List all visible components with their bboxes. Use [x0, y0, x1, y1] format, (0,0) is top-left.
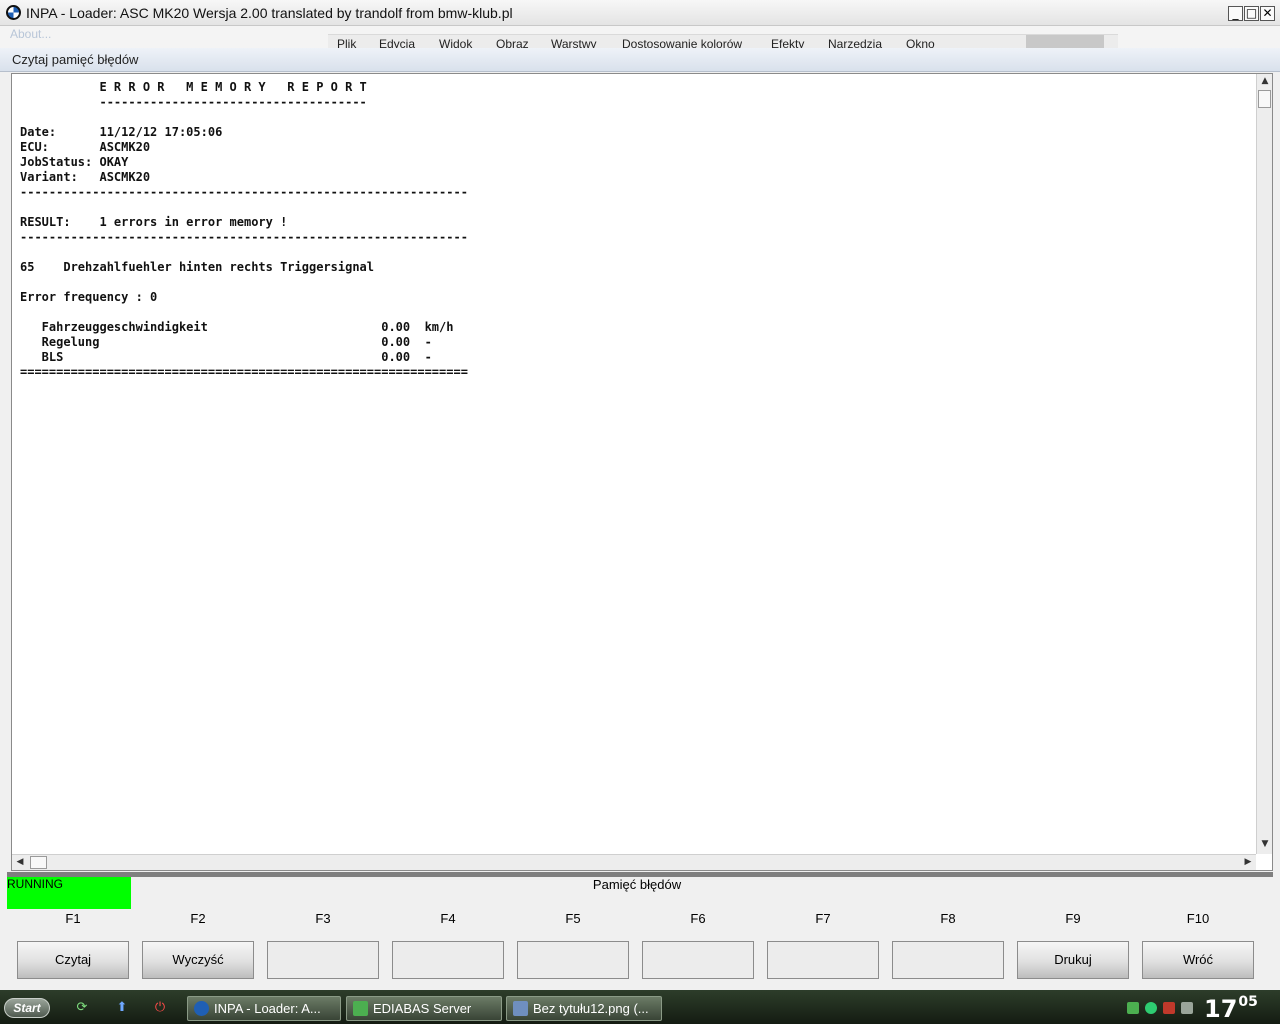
- report-line: JobStatus: OKAY: [20, 155, 129, 169]
- fkey-label-f3: F3: [315, 911, 331, 926]
- report-line: ----------------------------------------…: [20, 185, 468, 199]
- f3-button[interactable]: [267, 941, 379, 979]
- error-memory-report: E R R O R M E M O R Y R E P O R T ------…: [20, 80, 1250, 380]
- shield-tray-icon[interactable]: [1163, 1002, 1175, 1014]
- report-line: Error frequency : 0: [20, 290, 158, 304]
- report-line: ----------------------------------------…: [20, 230, 468, 244]
- image-icon: [513, 1001, 528, 1016]
- power-icon[interactable]: ⏻: [152, 1000, 168, 1016]
- background-menu-strip: Plik Edycja Widok Obraz Warstwy Dostosow…: [328, 34, 1118, 48]
- report-line: [20, 275, 1250, 290]
- network-tray-icon[interactable]: [1145, 1002, 1157, 1014]
- status-indicator: RUNNING: [7, 877, 131, 909]
- start-button[interactable]: Start: [4, 998, 50, 1018]
- menu-bar: About... Plik Edycja Widok Obraz Warstwy…: [0, 26, 1280, 48]
- menu-item-narzedzia[interactable]: Narzedzia: [828, 37, 882, 48]
- report-line: RESULT: 1 errors in error memory !: [20, 215, 288, 229]
- report-line: -------------------------------------: [20, 95, 367, 109]
- report-line: [20, 245, 1250, 260]
- taskbar-item-ediabas[interactable]: EDIABAS Server: [346, 996, 502, 1021]
- f8-button[interactable]: [892, 941, 1004, 979]
- close-button[interactable]: ✕: [1260, 6, 1275, 21]
- report-line: ========================================…: [20, 365, 468, 379]
- fkey-label-f7: F7: [815, 911, 831, 926]
- report-line: [20, 305, 1250, 320]
- taskbar-item-inpa[interactable]: INPA - Loader: A...: [187, 996, 341, 1021]
- report-line: Date: 11/12/12 17:05:06: [20, 125, 223, 139]
- menu-item-dostosowanie[interactable]: Dostosowanie kolorów: [622, 37, 742, 48]
- menu-item-obraz[interactable]: Obraz: [496, 37, 529, 48]
- clock-minute: 05: [1238, 994, 1258, 1010]
- function-title-bar: Czytaj pamięć błędów: [0, 48, 1280, 72]
- scroll-up-icon[interactable]: ▲: [1259, 76, 1271, 88]
- fkey-label-f1: F1: [65, 911, 81, 926]
- scroll-down-icon[interactable]: ▼: [1259, 839, 1271, 851]
- panel-title: Pamięć błędów: [592, 877, 682, 892]
- wyczysc-button[interactable]: Wyczyść: [142, 941, 254, 979]
- f4-button[interactable]: [392, 941, 504, 979]
- drukuj-button[interactable]: Drukuj: [1017, 941, 1129, 979]
- title-bar[interactable]: INPA - Loader: ASC MK20 Wersja 2.00 tran…: [0, 0, 1280, 26]
- fkey-label-f9: F9: [1065, 911, 1081, 926]
- maximize-button[interactable]: □: [1244, 6, 1259, 21]
- minimize-button[interactable]: _: [1228, 6, 1243, 21]
- function-title: Czytaj pamięć błędów: [12, 52, 139, 67]
- taskbar-item-image[interactable]: Bez tytułu12.png (...: [506, 996, 662, 1021]
- report-line: ECU: ASCMK20: [20, 140, 151, 154]
- ediabas-tray-icon[interactable]: [1127, 1002, 1139, 1014]
- menu-item-efekty[interactable]: Efekty: [771, 37, 804, 48]
- function-key-panel: RUNNING Pamięć błędów F1 F2 F3 F4 F5 F6 …: [7, 877, 1273, 989]
- window-title: INPA - Loader: ASC MK20 Wersja 2.00 tran…: [26, 5, 513, 21]
- bmw-icon: [194, 1001, 209, 1016]
- taskbar-item-label: INPA - Loader: A...: [214, 1001, 321, 1016]
- fkey-label-f4: F4: [440, 911, 456, 926]
- scroll-right-icon[interactable]: ▶: [1242, 857, 1254, 869]
- clock[interactable]: 1705: [1204, 994, 1258, 1023]
- f5-button[interactable]: [517, 941, 629, 979]
- menu-item-widok[interactable]: Widok: [439, 37, 472, 48]
- horizontal-scrollbar[interactable]: ◀ ▶: [12, 854, 1256, 870]
- fkey-label-f2: F2: [190, 911, 206, 926]
- running-label: RUNNING: [7, 877, 63, 891]
- scroll-left-icon[interactable]: ◀: [14, 857, 26, 869]
- download-icon: [353, 1001, 368, 1016]
- taskbar: Start ⟳ ⬆ ⏻ INPA - Loader: A... EDIABAS …: [0, 990, 1280, 1024]
- inpa-window: INPA - Loader: ASC MK20 Wersja 2.00 tran…: [0, 0, 1280, 990]
- czytaj-button[interactable]: Czytaj: [17, 941, 129, 979]
- fkey-label-f6: F6: [690, 911, 706, 926]
- f6-button[interactable]: [642, 941, 754, 979]
- f7-button[interactable]: [767, 941, 879, 979]
- vertical-scrollbar[interactable]: ▲ ▼: [1256, 74, 1272, 854]
- taskbar-item-label: EDIABAS Server: [373, 1001, 472, 1016]
- horizontal-scroll-thumb[interactable]: [30, 856, 47, 869]
- volume-tray-icon[interactable]: [1181, 1002, 1193, 1014]
- report-line: Regelung 0.00 -: [20, 335, 432, 349]
- about-menu[interactable]: About...: [10, 27, 51, 41]
- clock-hour: 17: [1204, 995, 1238, 1023]
- menu-item-plik[interactable]: Plik: [337, 37, 356, 48]
- taskbar-item-label: Bez tytułu12.png (...: [533, 1001, 649, 1016]
- report-line: E R R O R M E M O R Y R E P O R T: [20, 80, 367, 94]
- report-line: [20, 200, 1250, 215]
- menu-item-edycja[interactable]: Edycja: [379, 37, 415, 48]
- menu-blank-block: [1026, 35, 1104, 48]
- report-line: Fahrzeuggeschwindigkeit 0.00 km/h: [20, 320, 454, 334]
- arrow-up-icon[interactable]: ⬆: [114, 1000, 130, 1016]
- fkey-label-f5: F5: [565, 911, 581, 926]
- menu-item-okno[interactable]: Okno: [906, 37, 935, 48]
- bmw-logo-icon: [6, 5, 21, 20]
- report-line: [20, 110, 1250, 125]
- menu-item-warstwy[interactable]: Warstwy: [551, 37, 597, 48]
- report-line: 65 Drehzahlfuehler hinten rechts Trigger…: [20, 260, 375, 274]
- fkey-label-f8: F8: [940, 911, 956, 926]
- fkey-label-f10: F10: [1186, 911, 1210, 926]
- wroc-button[interactable]: Wróć: [1142, 941, 1254, 979]
- vertical-scroll-thumb[interactable]: [1258, 90, 1271, 108]
- report-panel[interactable]: E R R O R M E M O R Y R E P O R T ------…: [11, 73, 1273, 871]
- refresh-icon[interactable]: ⟳: [74, 1000, 90, 1016]
- report-line: BLS 0.00 -: [20, 350, 432, 364]
- report-line: Variant: ASCMK20: [20, 170, 151, 184]
